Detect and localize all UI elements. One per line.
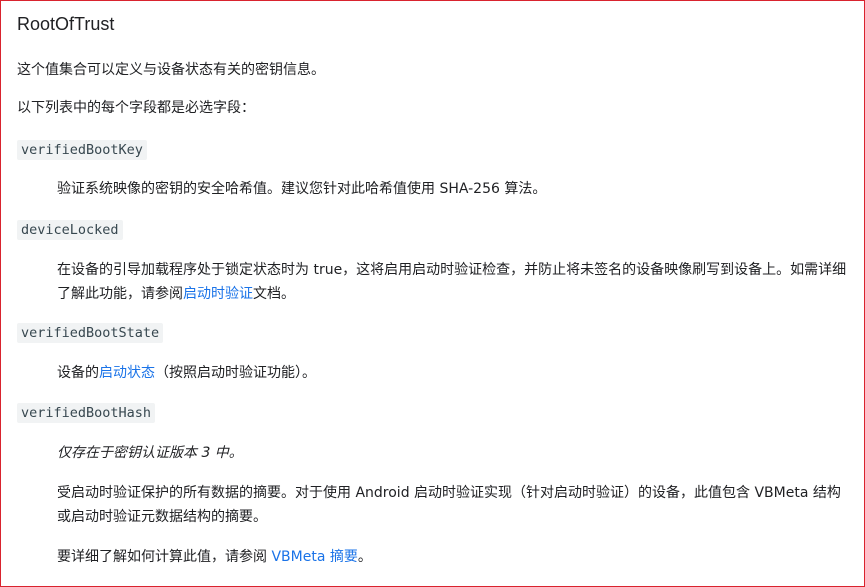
verified-boot-link[interactable]: 启动时验证 — [183, 286, 253, 302]
field-desc-verified-boot-state-text: 设备的 — [57, 365, 99, 381]
field-more-verified-boot-hash: 要详细了解如何计算此值，请参阅 VBMeta 摘要。 — [57, 545, 847, 569]
vbmeta-digest-link[interactable]: VBMeta 摘要 — [271, 549, 357, 565]
field-desc-device-locked-text: 在设备的引导加载程序处于锁定状态时为 true，这将启用启动时验证检查，并防止将… — [57, 262, 847, 302]
field-desc-device-locked-suffix: 文档。 — [253, 286, 295, 302]
field-name-verified-boot-state: verifiedBootState — [17, 323, 164, 343]
field-note-verified-boot-hash: 仅存在于密钥认证版本 3 中。 — [57, 445, 243, 461]
field-desc-verified-boot-key: 验证系统映像的密钥的安全哈希值。建议您针对此哈希值使用 SHA-256 算法。 — [57, 181, 547, 197]
field-name-device-locked: deviceLocked — [17, 220, 123, 240]
required-note: 以下列表中的每个字段都是必选字段： — [17, 100, 255, 116]
intro-text: 这个值集合可以定义与设备状态有关的密钥信息。 — [17, 62, 325, 78]
field-desc-device-locked: 在设备的引导加载程序处于锁定状态时为 true，这将启用启动时验证检查，并防止将… — [57, 258, 847, 306]
boot-state-link[interactable]: 启动状态 — [99, 365, 155, 381]
field-desc-verified-boot-state-suffix: （按照启动时验证功能）。 — [155, 365, 316, 381]
field-more-verified-boot-hash-suffix: 。 — [357, 549, 372, 565]
field-more-verified-boot-hash-text: 要详细了解如何计算此值，请参阅 — [57, 549, 272, 565]
field-desc-verified-boot-state: 设备的启动状态（按照启动时验证功能）。 — [57, 361, 847, 385]
document-frame: RootOfTrust 这个值集合可以定义与设备状态有关的密钥信息。 以下列表中… — [0, 0, 865, 587]
field-name-verified-boot-hash: verifiedBootHash — [17, 403, 156, 423]
field-desc-verified-boot-hash: 受启动时验证保护的所有数据的摘要。对于使用 Android 启动时验证实现（针对… — [57, 485, 841, 525]
section-title: RootOfTrust — [17, 14, 115, 34]
field-name-verified-boot-key: verifiedBootKey — [17, 140, 147, 160]
